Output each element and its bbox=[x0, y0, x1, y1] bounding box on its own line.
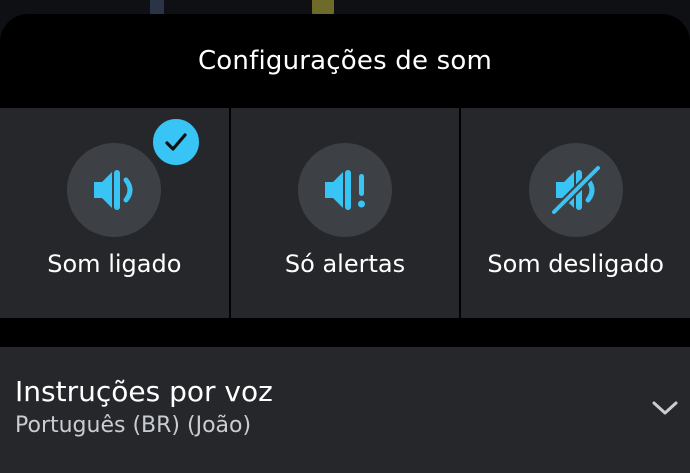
selected-check-icon bbox=[150, 116, 202, 168]
option-sound-on[interactable]: Som ligado bbox=[0, 108, 229, 318]
chevron-down-icon[interactable] bbox=[648, 397, 682, 419]
speaker-muted-icon bbox=[528, 143, 623, 237]
voice-selected-value: Português (BR) (João) bbox=[15, 413, 252, 438]
option-label: Som desligado bbox=[487, 250, 664, 278]
voice-instructions-title: Instruções por voz bbox=[15, 375, 273, 408]
option-alerts-only[interactable]: Só alertas bbox=[230, 108, 460, 318]
voice-instructions-row[interactable]: Instruções por voz Português (BR) (João) bbox=[0, 347, 690, 473]
option-label: Só alertas bbox=[284, 250, 406, 278]
sheet-title: Configurações de som bbox=[197, 46, 493, 76]
sound-settings-sheet: Configurações de som Som ligado Só alert… bbox=[0, 14, 690, 473]
sound-options: Som ligado Só alertas Som desligado bbox=[0, 108, 690, 318]
speaker-on-icon bbox=[67, 143, 162, 237]
speaker-alert-icon bbox=[298, 143, 392, 237]
option-sound-off[interactable]: Som desligado bbox=[461, 108, 690, 318]
option-label: Som ligado bbox=[47, 250, 182, 278]
app-screen: Configurações de som Som ligado Só alert… bbox=[0, 0, 690, 473]
